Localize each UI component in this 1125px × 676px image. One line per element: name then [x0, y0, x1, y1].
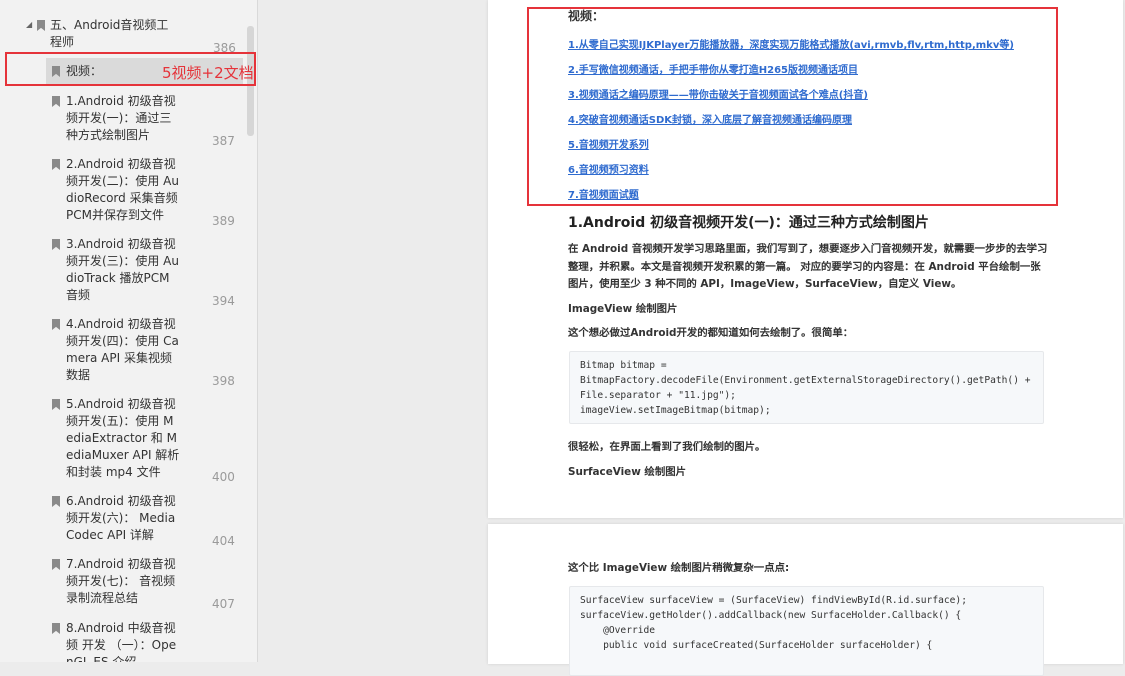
annotation-highlight-box [527, 7, 1058, 206]
code-line: Bitmap bitmap = [580, 360, 667, 371]
imageview-heading: ImageView 绘制图片 [568, 303, 678, 315]
collapse-triangle-icon[interactable]: ◢ [26, 21, 32, 29]
toc-label-line: 音频 [66, 288, 91, 302]
toc-label-line: 程师 [50, 35, 75, 49]
toc-page-number: 407 [212, 597, 235, 611]
toc-page-number: 387 [212, 134, 235, 148]
toc-label-line: 五、Android音视频工 [50, 18, 169, 32]
toc-label-line: 6.Android 初级音视 [66, 494, 176, 508]
code-line: BitmapFactory.decodeFile(Environment.get… [580, 375, 1031, 386]
after-code-text: 很轻松，在界面上看到了我们绘制的图片。 [568, 441, 766, 453]
toc-label-line: 7.Android 初级音视 [66, 557, 176, 571]
toc-item-2[interactable]: 2.Android 初级音视 频开发(二)：使用 Au dioRecord 采集… [52, 156, 242, 228]
bookmark-icon [52, 496, 60, 507]
intro-paragraph-line: 图片，使用至少 3 种不同的 API，ImageView，SurfaceView… [568, 278, 962, 290]
bookmark-icon [37, 20, 45, 31]
toc-item-7[interactable]: 7.Android 初级音视 频开发(七)： 音视频 录制流程总结 407 [52, 556, 242, 611]
toc-label-line: 和封装 mp4 文件 [66, 465, 161, 479]
toc-label-line: ediaExtractor 和 M [66, 431, 177, 445]
toc-item-8[interactable]: 8.Android 中级音视 频 开发 （一）：Ope nGL ES 介绍 [52, 620, 242, 662]
bookmark-icon [52, 559, 60, 570]
toc-item-5[interactable]: 5.Android 初级音视 频开发(五)：使用 M ediaExtractor… [52, 396, 242, 486]
article-title: 1.Android 初级音视频开发(一)：通过三种方式绘制图片 [568, 215, 929, 231]
toc-label-line: PCM并保存到文件 [66, 208, 164, 222]
toc-label-line: 频开发(二)：使用 Au [66, 174, 179, 188]
toc-label-line: 频开发(七)： 音视频 [66, 574, 176, 588]
outline-sidebar: ◢ 五、Android音视频工 程师 386 视频： 1.Android 初级音… [0, 0, 258, 662]
toc-page-number: 398 [212, 374, 235, 388]
toc-label-line: 种方式绘制图片 [66, 128, 151, 142]
toc-label-line: 8.Android 中级音视 [66, 621, 176, 635]
surfaceview-description: 这个比 ImageView 绘制图片稍微复杂一点点: [568, 562, 790, 574]
bookmark-icon [52, 399, 60, 410]
toc-label-line: dioRecord 采集音频 [66, 191, 178, 205]
intro-paragraph-line: 在 Android 音视频开发学习思路里面，我们写到了，想要逐步入门音视频开发，… [568, 243, 1048, 255]
toc-label-line: dioTrack 播放PCM [66, 271, 170, 285]
toc-label-line: 3.Android 初级音视 [66, 237, 176, 251]
toc-item-1[interactable]: 1.Android 初级音视 频开发(一)：通过三 种方式绘制图片 387 [52, 93, 242, 148]
toc-label-line: 频开发(六)： Media [66, 511, 176, 525]
toc-label-line: 频开发(五)：使用 M [66, 414, 174, 428]
surfaceview-heading: SurfaceView 绘制图片 [568, 466, 686, 478]
document-page: 这个比 ImageView 绘制图片稍微复杂一点点: SurfaceView s… [488, 524, 1123, 676]
toc-page-number: 389 [212, 214, 235, 228]
toc-label-line: 录制流程总结 [66, 591, 139, 605]
code-line: imageView.setImageBitmap(bitmap); [580, 405, 771, 416]
toc-item-4[interactable]: 4.Android 初级音视 频开发(四)：使用 Ca mera API 采集视… [52, 316, 242, 388]
toc-item-section-5[interactable]: ◢ 五、Android音视频工 程师 386 [26, 17, 241, 57]
toc-item-3[interactable]: 3.Android 初级音视 频开发(三)：使用 Au dioTrack 播放P… [52, 236, 242, 308]
bookmark-icon [52, 96, 60, 107]
code-line: File.separator + "11.jpg"); [580, 390, 736, 401]
toc-label-line: 5.Android 初级音视 [66, 397, 176, 411]
code-line: @Override [580, 625, 656, 636]
bookmark-icon [52, 623, 60, 634]
code-block[interactable]: SurfaceView surfaceView = (SurfaceView) … [569, 586, 1044, 676]
toc-label-line: 频 开发 （一）：Ope [66, 638, 177, 652]
toc-label-line: 频开发(三)：使用 Au [66, 254, 179, 268]
toc-label-line: nGL ES 介绍 [66, 655, 137, 662]
toc-label-line: 1.Android 初级音视 [66, 94, 176, 108]
toc-page-number: 400 [212, 470, 235, 484]
bookmark-icon [52, 159, 60, 170]
code-line: surfaceView.getHolder().addCallback(new … [580, 610, 962, 621]
toc-label-line: 数据 [66, 368, 91, 382]
toc-label-line: mera API 采集视频 [66, 351, 172, 365]
code-line: SurfaceView surfaceView = (SurfaceView) … [580, 595, 967, 606]
toc-item-6[interactable]: 6.Android 初级音视 频开发(六)： Media Codec API 详… [52, 493, 242, 548]
code-block[interactable]: Bitmap bitmap = BitmapFactory.decodeFile(… [569, 351, 1044, 424]
code-line: public void surfaceCreated(SurfaceHolder… [580, 640, 933, 651]
bookmark-icon [52, 319, 60, 330]
toc-label-line: ediaMuxer API 解析 [66, 448, 180, 462]
toc-label-line: 频开发(四)：使用 Ca [66, 334, 179, 348]
sidebar-scrollbar[interactable] [247, 26, 254, 656]
intro-paragraph-line: 整理，并积累。本文是音视频开发积累的第一篇。 对应的要学习的内容是：在 Andr… [568, 261, 1041, 273]
imageview-description: 这个想必做过Android开发的都知道如何去绘制了。很简单： [568, 327, 854, 339]
bookmark-icon [52, 239, 60, 250]
toc-label-line: 频开发(一)：通过三 [66, 111, 172, 125]
annotation-label: 5视频+2文档 [162, 64, 254, 82]
toc-page-number: 404 [212, 534, 235, 548]
toc-page-number: 394 [212, 294, 235, 308]
toc-label-line: Codec API 详解 [66, 528, 154, 542]
toc-label-line: 2.Android 初级音视 [66, 157, 176, 171]
toc-label-line: 4.Android 初级音视 [66, 317, 176, 331]
